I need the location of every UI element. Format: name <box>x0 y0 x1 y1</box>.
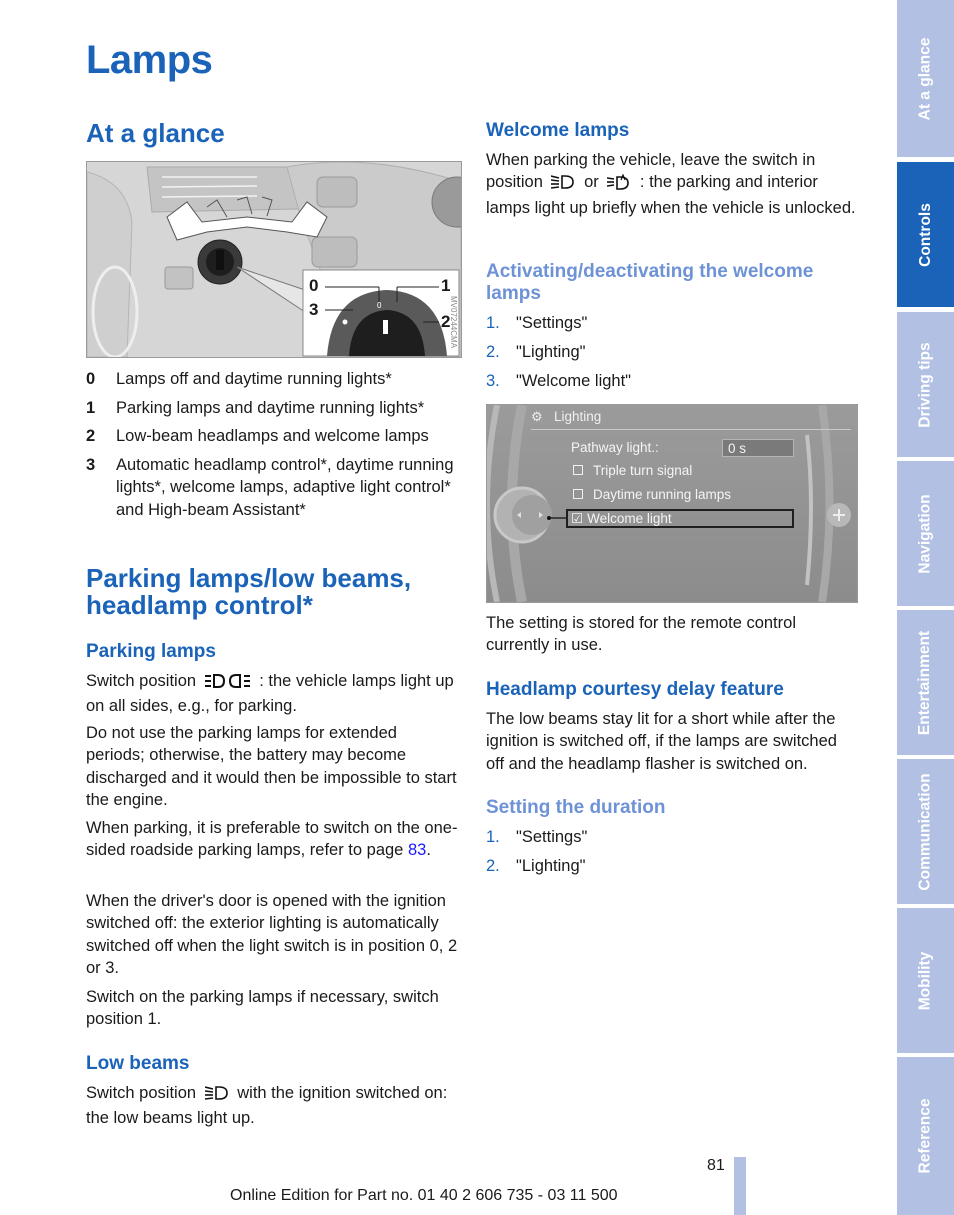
step-number: 3. <box>486 371 500 390</box>
list-item: 2. "Lighting" <box>486 341 631 363</box>
sidebar-tab-controls[interactable]: Controls <box>897 162 954 307</box>
light-switch-figure: 0 0 1 2 3 <box>86 161 462 358</box>
step-number: 1. <box>486 314 500 332</box>
stored-setting-note: The setting is stored for the remote con… <box>486 614 796 655</box>
sidebar-tab-mobility[interactable]: Mobility <box>897 908 954 1053</box>
step-text: "Lighting" <box>516 342 586 361</box>
list-item: 2. "Lighting" <box>486 855 587 877</box>
callout-3: 3 <box>309 300 319 319</box>
sidebar-tab-label: Controls <box>916 202 934 267</box>
list-item: 3. "Welcome light" <box>486 370 631 392</box>
page-title: Lamps <box>86 38 213 82</box>
step-number: 2. <box>486 342 500 361</box>
option-triple-turn-signal[interactable]: Triple turn signal <box>573 463 692 478</box>
sidebar-tab-label: Driving tips <box>916 341 934 428</box>
parking-lamps-icon <box>204 673 251 695</box>
low-beam-icon <box>551 174 575 196</box>
checkbox-unchecked-icon[interactable] <box>573 465 583 475</box>
light-switch-illustration: 0 <box>87 162 461 357</box>
step-text: "Settings" <box>516 828 588 846</box>
legend-number: 3 <box>86 456 96 474</box>
parking-lamps-paragraph-1: Switch position : the vehicle lamps ligh… <box>86 670 460 718</box>
checkbox-checked-icon[interactable]: ☑ <box>571 511 583 526</box>
sidebar-tab-label: Mobility <box>916 951 934 1010</box>
legend-text: Parking lamps and daytime running lights… <box>116 399 425 417</box>
legend-text: Lamps off and daytime running lights* <box>116 370 392 388</box>
legend-item: 2 Low-beam headlamps and welcome lamps <box>86 425 460 447</box>
sidebar-tab-label: Communication <box>916 772 934 891</box>
step-number: 1. <box>486 828 500 846</box>
checkbox-unchecked-icon[interactable] <box>573 489 583 499</box>
option-label: Daytime running lamps <box>593 487 732 502</box>
section-heading-at-a-glance: At a glance <box>86 118 225 148</box>
legend-item: 3 Automatic headlamp control*, daytime r… <box>86 454 456 521</box>
sidebar-tab-driving-tips[interactable]: Driving tips <box>897 312 954 457</box>
pathway-light-label: Pathway light.: <box>571 440 659 455</box>
page-reference-link[interactable]: 83 <box>408 841 426 859</box>
sidebar-tab-label: At a glance <box>916 37 934 120</box>
idrive-lighting-screen: ⚙ Lighting Pathway light.: 0 s Triple tu… <box>486 404 858 603</box>
option-label: Welcome light <box>587 511 672 526</box>
legend-number: 2 <box>86 427 96 445</box>
sidebar-tab-label: Navigation <box>916 493 934 574</box>
text: Switch position <box>86 1084 197 1102</box>
option-label: Triple turn signal <box>593 463 693 478</box>
text: When parking, it is preferable to switch… <box>86 819 458 860</box>
dial-mark-0: 0 <box>377 301 382 310</box>
title-divider <box>531 429 851 430</box>
automatic-headlamp-icon <box>607 173 631 196</box>
sidebar-tab-reference[interactable]: Reference <box>897 1057 954 1215</box>
legend-number: 1 <box>86 399 96 417</box>
welcome-lamps-paragraph: When parking the vehicle, leave the swit… <box>486 149 858 219</box>
duration-steps-list: 1. "Settings" 2. "Lighting" <box>486 826 587 884</box>
callout-0: 0 <box>309 276 319 295</box>
footer-edition-text: Online Edition for Part no. 01 40 2 606 … <box>230 1187 618 1204</box>
parking-lamps-paragraph-2: Do not use the parking lamps for extende… <box>86 724 457 810</box>
option-daytime-running-lamps[interactable]: Daytime running lamps <box>573 487 731 502</box>
subheading-setting-duration: Setting the duration <box>486 797 666 818</box>
text: or <box>584 173 599 192</box>
screen-frame <box>487 405 851 602</box>
subheading-parking-lamps: Parking lamps <box>86 641 216 662</box>
legend-text: Low-beam headlamps and welcome lamps <box>116 427 429 445</box>
low-beam-icon <box>204 1085 229 1107</box>
screen-title: Lighting <box>554 409 602 424</box>
legend-item: 1 Parking lamps and daytime running ligh… <box>86 397 460 419</box>
list-item: 1. "Settings" <box>486 312 631 334</box>
activating-steps-list: 1. "Settings" 2. "Lighting" 3. "Welcome lig… <box>486 312 631 398</box>
step-text: "Lighting" <box>516 856 586 875</box>
section-heading-parking-lamps-low-beams: Parking lamps/low beams, headlamp contro… <box>86 563 412 620</box>
parking-lamps-paragraph-4: When the driver's door is opened with th… <box>86 892 458 978</box>
subheading-activating-welcome-lamps: Activating/deactivating the welcome lamp… <box>486 261 814 304</box>
callout-1: 1 <box>441 276 451 295</box>
text: Switch position <box>86 672 197 690</box>
figure-code: MV07244CMA <box>449 296 458 349</box>
sidebar-tab-label: Entertainment <box>916 630 934 735</box>
page-marker-bar <box>734 1157 746 1215</box>
sidebar-tab-entertainment[interactable]: Entertainment <box>897 610 954 755</box>
parking-lamps-paragraph-3: When parking, it is preferable to switch… <box>86 817 460 862</box>
legend-text: Automatic headlamp control*, daytime run… <box>116 456 454 519</box>
pathway-light-value-field[interactable]: 0 s <box>722 439 794 457</box>
page-number: 81 <box>707 1157 725 1174</box>
sidebar-tab-label: Reference <box>916 1098 934 1174</box>
step-text: "Welcome light" <box>516 371 632 390</box>
subheading-low-beams: Low beams <box>86 1053 190 1074</box>
option-welcome-light[interactable]: ☑ Welcome light <box>571 511 672 527</box>
legend-item: 0 Lamps off and daytime running lights* <box>86 368 460 390</box>
list-item: 1. "Settings" <box>486 826 587 848</box>
legend-number: 0 <box>86 370 96 388</box>
step-number: 2. <box>486 856 500 875</box>
text: . <box>426 841 431 860</box>
subheading-headlamp-courtesy-delay: Headlamp courtesy delay feature <box>486 679 784 700</box>
courtesy-paragraph: The low beams stay lit for a short while… <box>486 710 837 773</box>
sidebar-tab-at-a-glance[interactable]: At a glance <box>897 0 954 157</box>
settings-gear-icon: ⚙ <box>531 409 543 424</box>
subheading-welcome-lamps: Welcome lamps <box>486 120 630 141</box>
step-text: "Settings" <box>516 314 588 332</box>
parking-lamps-paragraph-5: Switch on the parking lamps if necessary… <box>86 988 439 1029</box>
sidebar-tab-communication[interactable]: Communication <box>897 759 954 904</box>
low-beams-paragraph: Switch position with the ignition switch… <box>86 1082 460 1130</box>
sidebar-tab-navigation[interactable]: Navigation <box>897 461 954 606</box>
